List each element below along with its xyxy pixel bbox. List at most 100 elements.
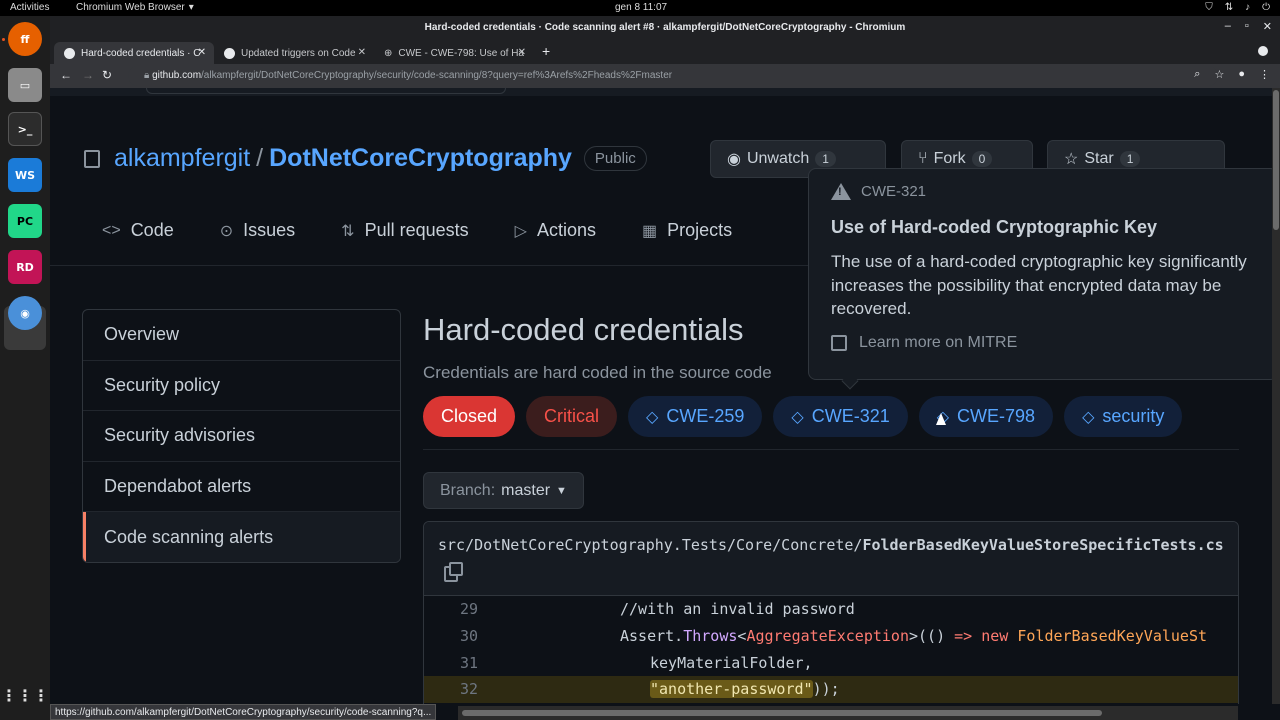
file-dir: src/DotNetCoreCryptography.Tests/Core/Co…	[438, 536, 863, 554]
issue-icon: ⊙	[219, 222, 234, 240]
repo-name-link[interactable]: DotNetCoreCryptography	[269, 144, 572, 173]
code-token: FolderBasedKeyValueSt	[1017, 627, 1208, 646]
chromium-icon[interactable]: ◉	[8, 296, 42, 330]
close-icon[interactable]: ✕	[1263, 20, 1272, 33]
severity-badge: Critical	[526, 396, 618, 437]
tab-projects[interactable]: ▦ Projects	[642, 220, 732, 241]
code-icon: <>	[102, 221, 121, 239]
sidebar-item-dependabot-alerts[interactable]: Dependabot alerts	[83, 462, 400, 513]
sidebar-item-overview[interactable]: Overview	[83, 310, 400, 361]
tooltip-title: Use of Hard-coded Cryptographic Key	[831, 217, 1158, 237]
tab-search-icon[interactable]	[1258, 46, 1268, 56]
horizontal-scrollbar[interactable]	[458, 706, 1238, 720]
tab-code[interactable]: <> Code	[102, 220, 174, 241]
unwatch-label: Unwatch	[746, 150, 810, 167]
tab-label: Hard-coded credentials · C	[81, 47, 201, 59]
tag-label: security	[1102, 406, 1165, 426]
status-bubble: https://github.com/alkampfergit/DotNetCo…	[50, 704, 437, 720]
code-text: //with an invalid password	[620, 600, 855, 619]
address-bar[interactable]: 🔒︎ github.com/alkampfergit/DotNetCoreCry…	[128, 66, 1218, 86]
alert-description: Credentials are hard coded in the source…	[423, 363, 772, 382]
tab-pull-requests-label: Pull requests	[364, 220, 469, 240]
line-number: 30	[459, 627, 478, 646]
tooltip-cwe: CWE-321	[831, 183, 926, 200]
copy-icon-front	[449, 562, 463, 576]
files-icon[interactable]: ▭	[8, 68, 42, 102]
file-path[interactable]: src/DotNetCoreCryptography.Tests/Core/Co…	[438, 536, 1224, 554]
back-icon[interactable]: ←	[60, 68, 72, 82]
firefox-icon[interactable]: ff	[8, 22, 42, 56]
tab-pull-requests[interactable]: ⇅ Pull requests	[341, 220, 468, 241]
new-tab-icon[interactable]: +	[542, 43, 550, 59]
star-icon: ☆	[1064, 151, 1079, 168]
vertical-scrollbar[interactable]	[1272, 88, 1280, 704]
minimize-icon[interactable]: –	[1225, 20, 1231, 33]
menu-icon[interactable]: ⋮	[1259, 68, 1270, 81]
tag-icon: ◇	[1082, 408, 1095, 426]
mitre-link[interactable]: Learn more on MITRE	[831, 334, 1017, 352]
branch-prefix: Branch:	[440, 481, 496, 499]
zoom-icon[interactable]: ⌕	[1194, 68, 1200, 81]
tab-actions[interactable]: ▷ Actions	[515, 220, 596, 241]
star-count: 1	[1119, 151, 1141, 167]
tag-cwe-321[interactable]: ◇ CWE-321	[773, 396, 908, 437]
pycharm-icon[interactable]: PC	[8, 204, 42, 238]
system-tray[interactable]: ⛉ ⇅ ♪ ⏻	[1205, 2, 1270, 13]
github-icon	[224, 47, 235, 59]
app-grid-icon[interactable]: ⋮⋮⋮	[1, 678, 49, 712]
sidebar-item-security-advisories[interactable]: Security advisories	[83, 411, 400, 462]
tab-label: CWE - CWE-798: Use of Ha	[398, 47, 524, 59]
sidebar-item-security-policy[interactable]: Security policy	[83, 361, 400, 412]
bookmark-star-icon[interactable]: ☆	[1214, 68, 1224, 81]
tag-icon: ◇	[646, 408, 659, 426]
tab-code-label: Code	[130, 220, 174, 240]
activities-button[interactable]: Activities	[10, 2, 49, 13]
scrollbar-thumb[interactable]	[462, 710, 1102, 716]
repo-nav: <> Code ⊙ Issues ⇅ Pull requests ▷ Actions ▦…	[102, 220, 778, 241]
tag-label: CWE-259	[666, 406, 745, 426]
tag-security[interactable]: ◇ security	[1064, 396, 1183, 437]
tab-close-icon[interactable]: ✕	[358, 47, 366, 58]
tag-label: CWE-321	[811, 406, 890, 426]
clock[interactable]: gen 8 11:07	[615, 2, 667, 13]
shield-icon: ⛉	[1205, 2, 1213, 13]
file-header: src/DotNetCoreCryptography.Tests/Core/Co…	[424, 522, 1238, 596]
maximize-icon[interactable]: ▫	[1245, 20, 1249, 33]
code-token: new	[981, 627, 1009, 646]
reload-icon[interactable]: ↻	[102, 68, 112, 82]
profile-icon[interactable]: ●	[1238, 68, 1245, 81]
code-token: AggregateException	[746, 627, 909, 646]
watch-count: 1	[815, 151, 836, 167]
copy-icon[interactable]	[444, 562, 463, 582]
app-menu[interactable]: Chromium Web Browser ▾	[76, 2, 194, 13]
tab-issues-label: Issues	[243, 220, 296, 240]
tab-updated-triggers[interactable]: Updated triggers on Code ✕	[214, 42, 374, 64]
tab-hard-coded-credentials[interactable]: Hard-coded credentials · C ✕	[54, 42, 214, 64]
code-token: >(()	[909, 627, 955, 646]
tab-close-icon[interactable]: ✕	[518, 47, 526, 58]
dock: ff ▭ >_ WS PC RD ◉ ⋮⋮⋮	[0, 16, 50, 720]
tab-cwe-798[interactable]: ⊕ CWE - CWE-798: Use of Ha ✕	[374, 42, 534, 64]
window-title: Hard-coded credentials · Code scanning a…	[424, 22, 906, 33]
cwe-tooltip: CWE-321 Use of Hard-coded Cryptographic …	[808, 168, 1272, 390]
tab-close-icon[interactable]: ✕	[198, 47, 206, 58]
scrollbar-thumb[interactable]	[1273, 90, 1279, 230]
tab-issues[interactable]: ⊙ Issues	[220, 220, 295, 241]
terminal-icon[interactable]: >_	[8, 112, 42, 146]
browser-toolbar: ← → ↻ 🔒︎ github.com/alkampfergit/DotNetC…	[50, 64, 1280, 88]
branch-select[interactable]: Branch: master ▼	[423, 472, 584, 509]
line-number: 32	[459, 680, 478, 699]
github-page: alkampfergit / DotNetCoreCryptography Pu…	[50, 88, 1272, 704]
window-controls: – ▫ ✕	[1225, 20, 1272, 33]
url-host: github.com	[152, 70, 202, 81]
tag-cwe-259[interactable]: ◇ CWE-259	[628, 396, 763, 437]
tab-label: Updated triggers on Code	[241, 47, 356, 59]
sidebar-item-code-scanning-alerts[interactable]: Code scanning alerts	[83, 512, 400, 562]
forward-icon[interactable]: →	[82, 68, 94, 82]
rider-icon[interactable]: RD	[8, 250, 42, 284]
webstorm-icon[interactable]: WS	[8, 158, 42, 192]
search-input[interactable]	[146, 88, 506, 94]
repo-owner-link[interactable]: alkampfergit	[114, 144, 250, 173]
tab-actions-label: Actions	[536, 220, 596, 240]
